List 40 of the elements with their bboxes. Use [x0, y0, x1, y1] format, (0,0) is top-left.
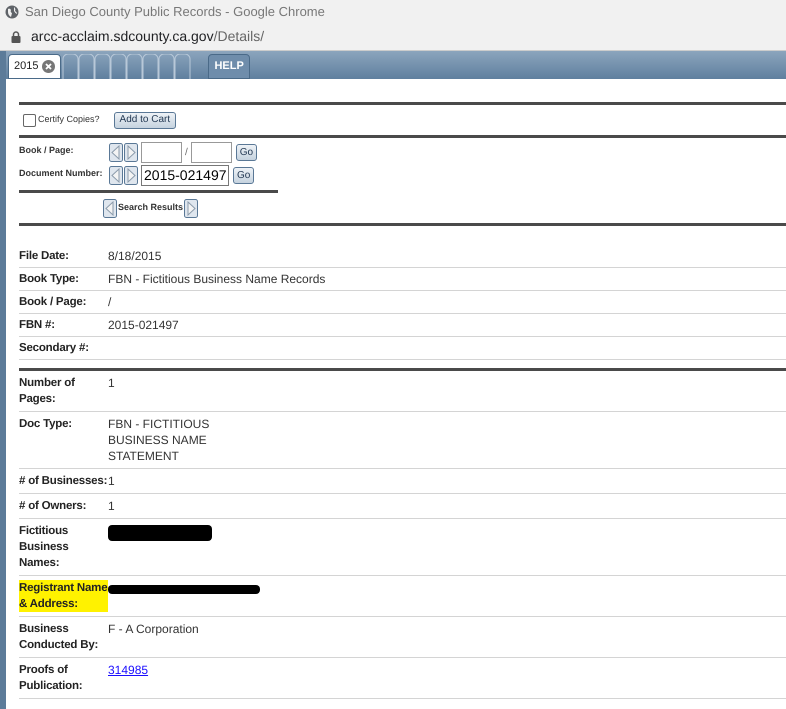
window-title: San Diego County Public Records - Google Chrome [25, 2, 325, 21]
separator-text: / [184, 146, 189, 160]
add-to-cart-button[interactable]: Add to Cart [114, 112, 176, 128]
field-label: Book Type: [19, 272, 79, 287]
field-value: 2015-021497 [108, 317, 179, 334]
publication-link[interactable]: 314985 [108, 662, 148, 678]
field-label: Registrant Name & Address: [19, 580, 108, 612]
field-value: F - A Corporation [108, 621, 199, 637]
field-value: / [108, 294, 112, 311]
field-value: 1 [108, 473, 115, 489]
field-value: 8/18/2015 [108, 248, 162, 265]
field-label: # of Businesses: [19, 474, 108, 489]
close-icon[interactable] [42, 60, 56, 73]
field-label: FBN #: [19, 318, 55, 333]
field-label: Book / Page: [19, 295, 86, 310]
field-value: 1 [108, 375, 115, 391]
globe-icon [5, 4, 19, 18]
field-label: Secondary #: [19, 341, 89, 356]
checkbox-label: Certify Copies? [38, 113, 100, 126]
field-label: Book / Page: [19, 144, 75, 157]
certify-checkbox[interactable] [23, 114, 36, 126]
go-button[interactable]: Go [233, 167, 254, 184]
field-label: Doc Type: [19, 417, 72, 432]
field-label: Proofs of Publication: [19, 663, 84, 694]
field-label: Document Number: [19, 167, 104, 180]
book-field[interactable] [141, 142, 182, 163]
page-field[interactable] [190, 142, 232, 163]
search-results-label: Search Results [118, 201, 184, 214]
lock-icon [11, 30, 21, 42]
document-number-field[interactable]: 2015-021497 [141, 165, 229, 186]
field-value: FBN - FICTITIOUS BUSINESS NAME STATEMENT [108, 416, 210, 464]
tab[interactable]: 2015 [8, 54, 62, 79]
go-button[interactable]: Go [236, 144, 258, 161]
field-value: FBN - Fictitious Business Name Records [108, 271, 326, 288]
field-label: Number of Pages: [19, 376, 76, 407]
field-value: 1 [108, 498, 115, 514]
field-label: # of Owners: [19, 499, 86, 514]
field-label: File Date: [19, 249, 69, 264]
field-label: Business Conducted By: [19, 622, 100, 653]
field-label: Fictitious Business Names: [19, 524, 70, 571]
